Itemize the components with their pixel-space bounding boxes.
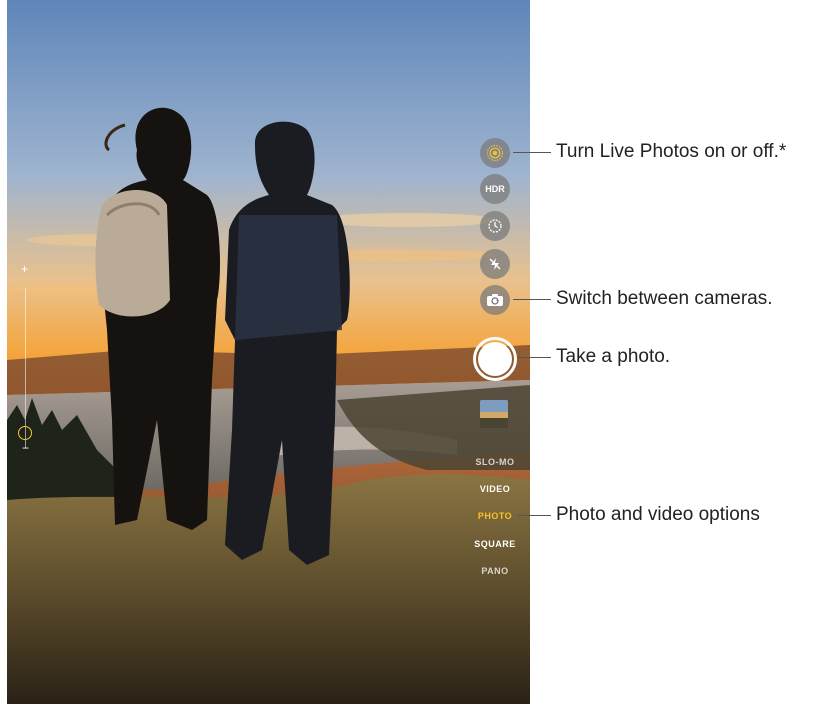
switch-camera-button[interactable] [480, 285, 510, 315]
last-photo-thumbnail[interactable] [480, 400, 508, 428]
live-photos-icon [486, 144, 504, 162]
hdr-label: HDR [485, 184, 505, 194]
callout-line-switch-cameras [513, 299, 551, 300]
mode-slo-mo[interactable]: SLO-MO [465, 457, 525, 467]
hdr-button[interactable]: HDR [480, 174, 510, 204]
flash-off-button[interactable] [480, 249, 510, 279]
zoom-slider-track[interactable] [25, 288, 26, 448]
callout-options: Photo and video options [556, 504, 760, 525]
mode-video[interactable]: VIDEO [465, 484, 525, 494]
callout-switch-cameras: Switch between cameras. [556, 288, 773, 309]
mode-photo[interactable]: PHOTO [465, 511, 525, 521]
shutter-button[interactable] [473, 337, 517, 381]
callout-take-photo: Take a photo. [556, 346, 671, 367]
shutter-inner [478, 342, 512, 376]
zoom-in-icon[interactable]: + [21, 262, 28, 276]
mode-square[interactable]: SQUARE [465, 539, 525, 549]
thumbnail-image [480, 400, 508, 428]
callout-line-options [518, 515, 551, 516]
timer-button[interactable] [480, 211, 510, 241]
callout-line-live-photos [513, 152, 551, 153]
live-photos-button[interactable] [480, 138, 510, 168]
callout-line-take-photo [518, 357, 551, 358]
timer-icon [488, 219, 502, 233]
callout-live-photos: Turn Live Photos on or off.* [556, 141, 787, 162]
camera-viewfinder[interactable] [7, 0, 530, 704]
flash-off-icon [489, 258, 501, 270]
mode-pano[interactable]: PANO [465, 566, 525, 576]
zoom-slider-knob[interactable] [18, 426, 32, 440]
zoom-out-icon[interactable]: − [22, 441, 29, 455]
camera-switch-icon [487, 294, 503, 306]
